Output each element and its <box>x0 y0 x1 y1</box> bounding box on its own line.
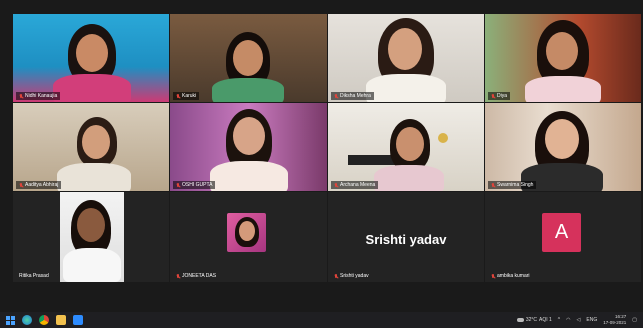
participant-name-tag: Diya <box>488 92 511 100</box>
participant-avatar: A <box>542 213 581 252</box>
zoom-app-icon[interactable] <box>73 315 83 325</box>
windows-start-icon[interactable] <box>6 315 15 325</box>
participant-tile[interactable]: Archana Meena <box>328 103 484 191</box>
participant-profile-photo <box>227 213 266 252</box>
mic-muted-icon <box>491 182 495 188</box>
participant-name-tag: Karuki <box>173 92 200 100</box>
participant-name-tag: Diksha Mehra <box>331 92 374 100</box>
mic-muted-icon <box>176 93 180 99</box>
wifi-icon[interactable]: ◠ <box>566 317 570 323</box>
participant-video <box>485 103 641 191</box>
taskbar-pinned-apps <box>0 315 83 325</box>
notification-icon[interactable]: ▢ <box>632 317 637 323</box>
participant-tile[interactable]: A ambika kumari <box>485 192 641 282</box>
windows-taskbar: 32°C AQI 1 ^ ◠ ◁ ENG 16:27 17-09-2021 ▢ <box>0 312 643 328</box>
mic-muted-icon <box>176 182 180 188</box>
participant-video <box>13 192 169 282</box>
participant-name-tag: Srishti yadav <box>331 272 372 280</box>
mic-muted-icon <box>334 182 338 188</box>
mic-muted-icon <box>491 273 495 279</box>
chevron-up-icon[interactable]: ^ <box>558 317 560 323</box>
participant-name-tag: OSHI GUPTA <box>173 181 216 189</box>
file-explorer-icon[interactable] <box>56 315 66 325</box>
participant-name-tag: Nidhi Kanaujia <box>16 92 61 100</box>
participant-video <box>328 103 484 191</box>
participant-video <box>328 14 484 102</box>
participant-video <box>170 103 327 191</box>
participant-tile[interactable]: Ritika Prasad <box>13 192 169 282</box>
clock[interactable]: 16:27 17-09-2021 <box>603 314 626 326</box>
participant-video <box>170 14 327 102</box>
mic-muted-icon <box>19 182 23 188</box>
participant-video <box>13 14 169 102</box>
chrome-browser-icon[interactable] <box>39 315 49 325</box>
participant-name-tag: Swarnima Singh <box>488 181 537 189</box>
language-indicator[interactable]: ENG <box>586 317 597 323</box>
participant-tile-active-speaker[interactable]: Diya <box>485 14 641 102</box>
volume-icon[interactable]: ◁ <box>577 317 581 323</box>
participant-display-name: Srishti yadav <box>365 232 447 247</box>
participant-name-tag: Archana Meena <box>331 181 379 189</box>
participant-tile[interactable]: OSHI GUPTA <box>170 103 327 191</box>
mic-muted-icon <box>491 93 495 99</box>
mic-muted-icon <box>19 93 23 99</box>
participant-tile[interactable]: Diksha Mehra <box>328 14 484 102</box>
participant-tile[interactable]: Nidhi Kanaujia <box>13 14 169 102</box>
participant-name-tag: JONEETA DAS <box>173 272 219 280</box>
participant-name-tag: Aaditya Abhiraj <box>16 181 62 189</box>
mic-muted-icon <box>176 273 180 279</box>
edge-browser-icon[interactable] <box>22 315 32 325</box>
participant-tile[interactable]: Karuki <box>170 14 327 102</box>
mic-muted-icon <box>334 273 338 279</box>
weather-widget[interactable]: 32°C AQI 1 <box>516 317 552 323</box>
participant-tile[interactable]: Aaditya Abhiraj <box>13 103 169 191</box>
system-tray: 32°C AQI 1 ^ ◠ ◁ ENG 16:27 17-09-2021 ▢ <box>516 314 643 326</box>
mic-muted-icon <box>334 93 338 99</box>
zoom-gallery-screen: Nidhi Kanaujia Karuki Diksha Mehra Diya … <box>0 0 643 328</box>
participant-tile[interactable]: JONEETA DAS <box>170 192 327 282</box>
cloud-icon <box>516 318 524 322</box>
participant-tile[interactable]: Swarnima Singh <box>485 103 641 191</box>
video-gallery: Nidhi Kanaujia Karuki Diksha Mehra Diya … <box>0 0 643 288</box>
participant-video <box>13 103 169 191</box>
participant-video <box>485 14 641 102</box>
participant-name-tag: Ritika Prasad <box>19 273 49 279</box>
participant-tile[interactable]: Srishti yadav Srishti yadav <box>328 192 484 282</box>
participant-name-tag: ambika kumari <box>488 272 533 280</box>
